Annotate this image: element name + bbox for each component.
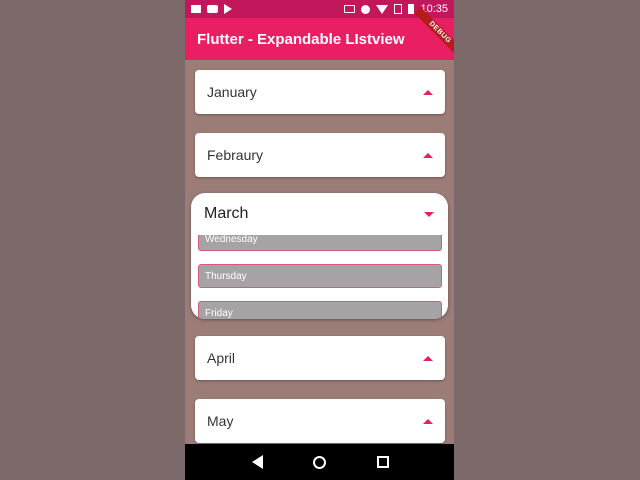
right-letterbox [454,0,640,480]
youtube-icon [207,5,218,13]
video-icon [191,5,201,13]
wifi-icon [376,4,389,14]
collapse-arrow-icon[interactable] [424,211,434,217]
no-sim-icon [394,4,403,14]
day-item-thursday[interactable]: Thursday [198,264,442,288]
play-store-icon [224,4,232,14]
month-label: January [207,84,257,100]
expand-arrow-icon[interactable] [423,152,433,158]
phone-screen: 10:35 Flutter - Expandable LIstview DEBU… [185,0,454,480]
navigation-bar [185,444,454,480]
expand-arrow-icon[interactable] [423,355,433,361]
month-tile-april[interactable]: April [195,336,445,380]
day-list[interactable]: Wednesday Thursday Friday [191,235,448,319]
day-item-friday[interactable]: Friday [198,301,442,319]
month-label: March [204,205,249,222]
month-label: April [207,350,236,366]
recents-icon[interactable] [376,456,389,468]
back-icon[interactable] [251,455,263,469]
expand-arrow-icon[interactable] [423,89,433,95]
day-item-wednesday[interactable]: Wednesday [198,235,442,251]
status-bar: 10:35 [185,0,454,18]
app-title: Flutter - Expandable LIstview [197,30,405,48]
app-bar: Flutter - Expandable LIstview DEBUG [185,6,454,60]
month-tile-february[interactable]: Febraury [195,133,445,177]
month-header[interactable]: March [191,193,448,235]
month-tile-january[interactable]: January [195,70,445,114]
do-not-disturb-icon [361,4,371,14]
month-label: May [207,413,234,429]
expand-arrow-icon[interactable] [423,418,433,424]
cast-icon [344,5,356,13]
month-tile-may[interactable]: May [195,399,445,443]
home-icon[interactable] [312,455,326,469]
left-letterbox [0,0,185,480]
month-tile-march[interactable]: March Wednesday Thursday Friday [191,193,448,319]
month-label: Febraury [207,147,264,163]
